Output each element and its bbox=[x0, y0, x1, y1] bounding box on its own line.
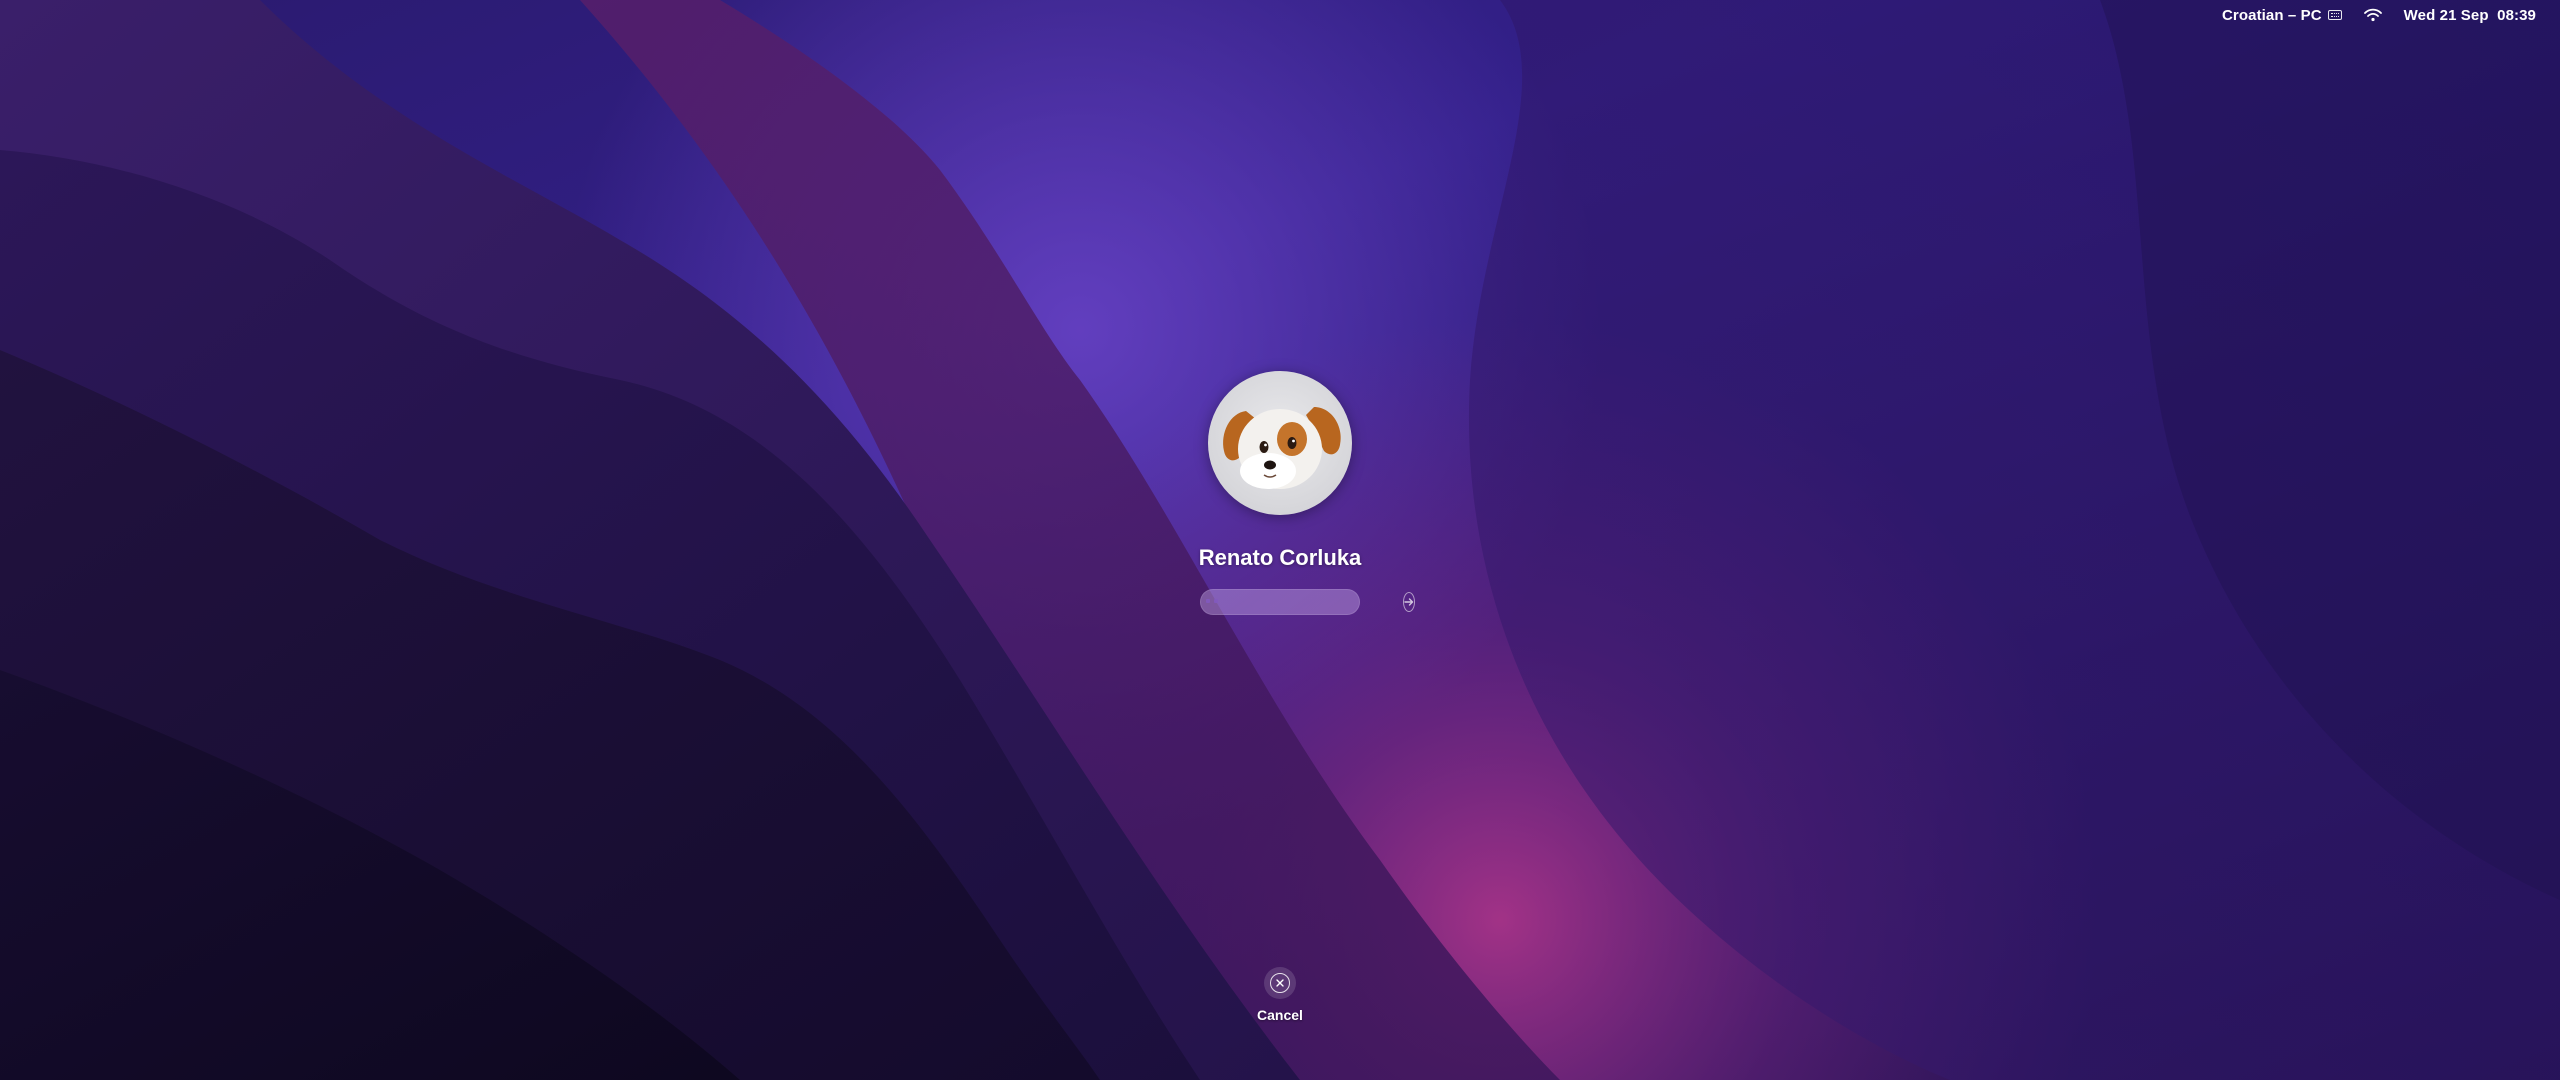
datetime-label: Wed 21 Sep 08:39 bbox=[2403, 6, 2536, 24]
arrow-right-circle-icon[interactable] bbox=[1403, 592, 1415, 612]
user-avatar[interactable] bbox=[1208, 371, 1352, 515]
dog-memoji-avatar bbox=[1223, 407, 1341, 489]
cancel-label: Cancel bbox=[1257, 1007, 1303, 1023]
x-circle-icon bbox=[1270, 973, 1290, 993]
password-input[interactable] bbox=[1218, 590, 1403, 614]
user-name-label: Renato Corluka bbox=[1198, 545, 1362, 570]
wifi-icon[interactable] bbox=[2363, 0, 2382, 30]
cancel-icon-wrapper bbox=[1264, 967, 1296, 999]
cancel-button[interactable]: Cancel bbox=[1236, 967, 1324, 1023]
login-panel: Renato Corluka bbox=[1199, 371, 1415, 615]
keyboard-icon bbox=[2327, 10, 2342, 20]
menubar-clock[interactable]: Wed 21 Sep 08:39 bbox=[2404, 0, 2536, 30]
menu-bar: Croatian – PC Wed 21 Sep 08:39 bbox=[2200, 0, 2560, 30]
keyboard-layout-label: Croatian – PC bbox=[2222, 6, 2322, 24]
keyboard-layout-menu[interactable]: Croatian – PC bbox=[2222, 0, 2342, 30]
password-field[interactable] bbox=[1200, 589, 1415, 615]
